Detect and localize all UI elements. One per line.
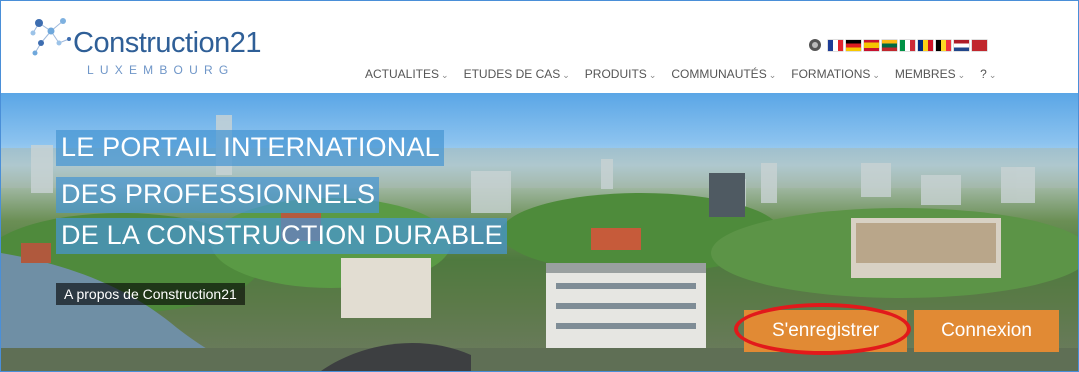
about-link[interactable]: A propos de Construction21 [56, 283, 245, 305]
chevron-down-icon: ⌄ [988, 70, 997, 80]
chevron-down-icon: ⌄ [957, 70, 966, 80]
chevron-down-icon: ⌄ [441, 70, 449, 80]
flag-belgium-icon[interactable] [936, 39, 951, 51]
hero-tagline-1: LE PORTAIL INTERNATIONAL [56, 130, 444, 166]
flag-netherlands-icon[interactable] [954, 39, 969, 51]
hero-tagline-2: DES PROFESSIONNELS [56, 177, 380, 213]
nav-actualites[interactable]: ACTUALITES ⌄ [365, 67, 449, 81]
login-button[interactable]: Connexion [914, 310, 1059, 352]
molecule-logo-icon [30, 18, 71, 56]
flag-lithuania-icon[interactable] [882, 39, 897, 51]
site-logo[interactable]: Construction21 LUXEMBOURG [29, 13, 269, 77]
nav-formations[interactable]: FORMATIONS ⌄ [791, 67, 880, 81]
chevron-down-icon: ⌄ [562, 70, 570, 80]
brand-subtitle: LUXEMBOURG [87, 63, 235, 77]
main-nav: ACTUALITES ⌄ ETUDES DE CAS ⌄ PRODUITS ⌄ COM… [365, 67, 1011, 81]
hero-tagline-3: DE LA CONSTRUCTION DURABLE [56, 218, 507, 254]
hero-banner: LE PORTAIL INTERNATIONAL DES PROFESSIONN… [1, 93, 1078, 371]
brand-name: Construction21 [73, 27, 262, 59]
flag-france-icon[interactable] [828, 39, 843, 51]
nav-communautes[interactable]: COMMUNAUTÉS ⌄ [671, 67, 776, 81]
flag-italy-icon[interactable] [900, 39, 915, 51]
chevron-down-icon: ⌄ [648, 70, 657, 80]
chevron-down-icon: ⌄ [872, 70, 880, 80]
flag-spain-icon[interactable] [864, 39, 879, 51]
site-header: Construction21 LUXEMBOURG ACTUALITES ⌄ ET… [1, 1, 1078, 93]
page-frame: Construction21 LUXEMBOURG ACTUALITES ⌄ ET… [0, 0, 1079, 372]
chevron-down-icon: ⌄ [768, 70, 777, 80]
flag-germany-icon[interactable] [846, 39, 861, 51]
globe-icon[interactable] [809, 39, 821, 51]
nav-produits[interactable]: PRODUITS ⌄ [585, 67, 657, 81]
language-selector [809, 38, 987, 52]
nav-etudes-de-cas[interactable]: ETUDES DE CAS ⌄ [464, 67, 570, 81]
nav-help[interactable]: ? ⌄ [980, 67, 996, 81]
nav-membres[interactable]: MEMBRES ⌄ [895, 67, 965, 81]
register-highlight-circle [734, 303, 911, 355]
flag-morocco-icon[interactable] [972, 39, 987, 51]
flag-romania-icon[interactable] [918, 39, 933, 51]
